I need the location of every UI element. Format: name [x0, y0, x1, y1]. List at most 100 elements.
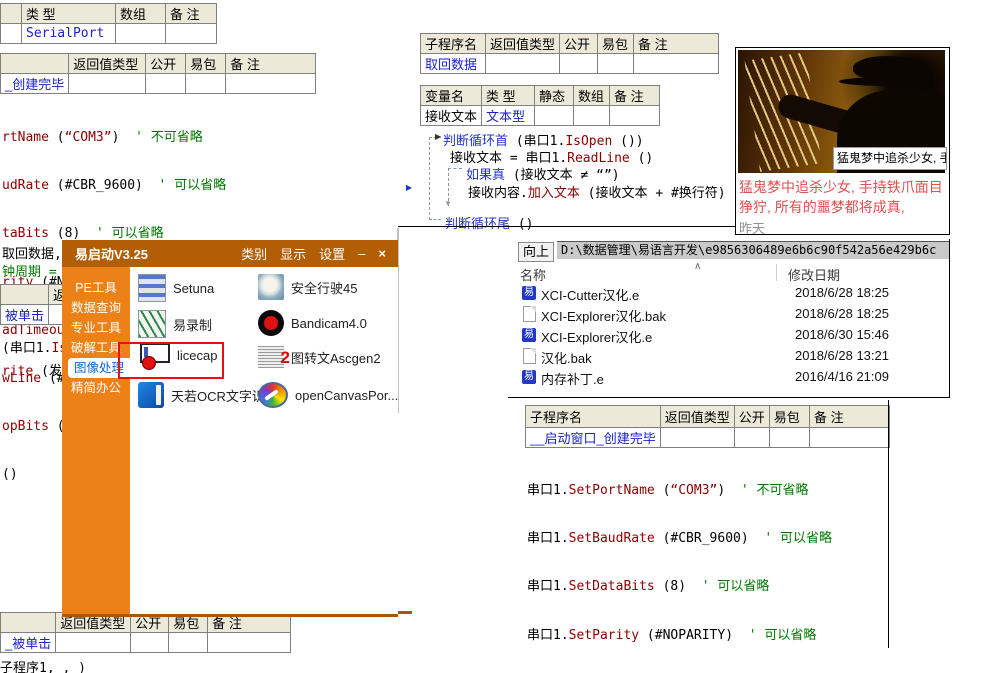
- col-header: 返回值类型: [660, 406, 734, 428]
- app-label: Setuna: [173, 281, 214, 296]
- ascgen-icon: [258, 346, 284, 368]
- app-item-setuna[interactable]: Setuna: [138, 274, 214, 302]
- close-button[interactable]: ×: [378, 246, 386, 261]
- code-line[interactable]: 串口1.SetDataBits (8) ' 可以省略: [527, 578, 887, 596]
- launcher-titlebar[interactable]: 易启动V3.25 类别 显示 设置 – ×: [62, 240, 398, 267]
- code-line[interactable]: udRate (#CBR_9600) ' 可以省略: [2, 177, 281, 195]
- file-name[interactable]: XCI-Cutter汉化.e: [541, 285, 639, 304]
- table-row[interactable]: SerialPort: [1, 24, 217, 44]
- easy-file-icon: [522, 328, 536, 342]
- file-date: 2018/6/28 18:25: [795, 306, 889, 321]
- code-fragment[interactable]: 钟周期 =: [2, 261, 64, 280]
- code-line[interactable]: 串口1.SetBaudRate (#CBR_9600) ' 可以省略: [527, 530, 887, 548]
- menu-category[interactable]: 类别: [241, 244, 267, 263]
- bottom-subroutine-table: 返回值类型 公开 易包 备 注 _被单击: [0, 612, 291, 653]
- menu-settings[interactable]: 设置: [319, 244, 345, 263]
- up-button[interactable]: 向上: [518, 242, 554, 262]
- code-line[interactable]: 判断循环尾 (): [445, 213, 534, 232]
- code-line[interactable]: 串口1.SetPortName (“COM3”) ' 不可省略: [527, 482, 887, 500]
- sidebar-item-office[interactable]: 精简办公: [62, 378, 130, 398]
- app-label: 图转文Ascgen2: [291, 348, 381, 367]
- variable-type-cell[interactable]: 文本型: [482, 106, 535, 126]
- code-line[interactable]: rtName (“COM3”) ' 不可省略: [2, 129, 281, 147]
- file-name[interactable]: XCI-Explorer汉化.bak: [541, 306, 666, 325]
- if-end-arrow-icon: ▼: [444, 200, 452, 208]
- col-header: 类 型: [22, 4, 116, 24]
- panel-bottom-border: [398, 226, 735, 227]
- code-fragment[interactable]: 子程序1, , ): [0, 657, 86, 673]
- code-line[interactable]: 串口1.SetParity (#NOPARITY) ' 可以省略: [527, 627, 887, 645]
- photo-caption[interactable]: 猛鬼梦中追杀少女, 手持铁爪面目狰狞, 所有的噩梦都将成真,: [739, 177, 945, 217]
- file-row[interactable]: XCI-Cutter汉化.e 2018/6/28 18:25: [508, 283, 949, 304]
- column-header-date[interactable]: 修改日期: [788, 265, 840, 284]
- file-row[interactable]: 汉化.bak 2018/6/28 13:21: [508, 346, 949, 367]
- sort-ascending-icon[interactable]: ∧: [694, 263, 701, 271]
- minimize-button[interactable]: –: [358, 246, 365, 261]
- col-header: [1, 285, 49, 305]
- subroutine-name-cell[interactable]: 被单击: [1, 305, 49, 325]
- col-header: 子程序名: [421, 34, 486, 54]
- code-fragment[interactable]: (串口1.Is: [2, 337, 67, 356]
- app-label: 安全行驶45: [291, 278, 357, 297]
- table-row[interactable]: _被单击: [1, 633, 291, 653]
- file-name[interactable]: 内存补丁.e: [541, 369, 604, 388]
- col-header: [1, 54, 69, 74]
- loop-connector-line: [429, 219, 441, 220]
- serial-setup-code[interactable]: 串口1.SetPortName (“COM3”) ' 不可省略 串口1.SetB…: [527, 452, 887, 673]
- code-fragment[interactable]: 取回数据,: [2, 243, 62, 262]
- file-name[interactable]: 汉化.bak: [541, 348, 592, 367]
- menu-display[interactable]: 显示: [280, 244, 306, 263]
- col-header: 备 注: [610, 86, 660, 106]
- col-header: 易包: [186, 54, 226, 74]
- opencanvas-icon: [258, 382, 288, 408]
- app-item-safe-driving[interactable]: 安全行驶45: [258, 274, 357, 300]
- sidebar-item-pro-tools[interactable]: 专业工具: [62, 318, 130, 338]
- easy-file-icon: [522, 370, 536, 384]
- app-label: openCanvasPor...: [295, 388, 398, 403]
- code-line[interactable]: 接收内容.加入文本 (接收文本 + #换行符): [468, 182, 726, 201]
- file-row[interactable]: XCI-Explorer汉化.e 2018/6/30 15:46: [508, 325, 949, 346]
- subroutine-name-cell[interactable]: __启动窗口_创建完毕: [526, 428, 661, 448]
- variable-name-cell[interactable]: 接收文本: [421, 106, 482, 126]
- app-item-ascgen[interactable]: 图转文Ascgen2: [258, 346, 381, 368]
- easy-file-icon: [522, 286, 536, 300]
- seal-photo-icon: [258, 274, 284, 300]
- column-header-name[interactable]: 名称: [520, 265, 546, 284]
- subroutine-name-cell[interactable]: _创建完毕: [1, 74, 69, 94]
- type-table: 类 型 数组 备 注 SerialPort: [0, 3, 217, 44]
- file-date: 2018/6/30 15:46: [795, 327, 889, 342]
- table-row[interactable]: 取回数据: [421, 54, 719, 74]
- subroutine-name-cell[interactable]: 取回数据: [421, 54, 486, 74]
- app-item-tianruo-ocr[interactable]: 天若OCR文字识...: [138, 382, 276, 408]
- margin-marker-icon: ▶: [406, 184, 412, 192]
- app-item-bandicam[interactable]: Bandicam4.0: [258, 310, 367, 336]
- file-row[interactable]: XCI-Explorer汉化.bak 2018/6/28 18:25: [508, 304, 949, 325]
- col-header: 公开: [146, 54, 186, 74]
- loop-connector-line: [429, 137, 430, 220]
- sidebar-item-pe-tools[interactable]: PE工具: [62, 278, 130, 298]
- code-line[interactable]: 如果真 (接收文本 ≠ “”): [466, 164, 620, 183]
- file-name[interactable]: XCI-Explorer汉化.e: [541, 327, 652, 346]
- table-row[interactable]: 接收文本 文本型: [421, 106, 660, 126]
- loop-arrow-icon: ▶: [435, 133, 441, 141]
- file-explorer: 向上 D:\数据管理\易语言开发\e9856306489e6b6c90f542a…: [508, 239, 950, 398]
- column-divider[interactable]: [776, 264, 777, 281]
- file-row[interactable]: 内存补丁.e 2016/4/16 21:09: [508, 367, 949, 388]
- address-bar[interactable]: D:\数据管理\易语言开发\e9856306489e6b6c90f542a56e…: [557, 241, 949, 259]
- hat-brim-shape: [839, 77, 933, 86]
- ocr-book-icon: [138, 382, 164, 408]
- file-date: 2018/6/28 13:21: [795, 348, 889, 363]
- app-item-easy-record[interactable]: 易录制: [138, 310, 212, 338]
- subroutine-table: 子程序名 返回值类型 公开 易包 备 注 __启动窗口_创建完毕: [525, 405, 890, 448]
- launcher-sidebar: PE工具 数据查询 专业工具 破解工具 图像处理 精简办公: [62, 267, 130, 614]
- col-header: 数组: [574, 86, 610, 106]
- col-header: 变量名: [421, 86, 482, 106]
- app-item-opencanvas[interactable]: openCanvasPor...: [258, 382, 398, 408]
- table-row[interactable]: __启动窗口_创建完毕: [526, 428, 890, 448]
- subroutine-name-cell[interactable]: _被单击: [1, 633, 56, 653]
- bottom-right-code-panel: 子程序名 返回值类型 公开 易包 备 注 __启动窗口_创建完毕 串口1.Set…: [420, 400, 890, 650]
- type-value-cell[interactable]: SerialPort: [22, 24, 116, 44]
- table-row[interactable]: _创建完毕: [1, 74, 316, 94]
- sidebar-item-data-query[interactable]: 数据查询: [62, 298, 130, 318]
- if-connector-line: [448, 168, 462, 169]
